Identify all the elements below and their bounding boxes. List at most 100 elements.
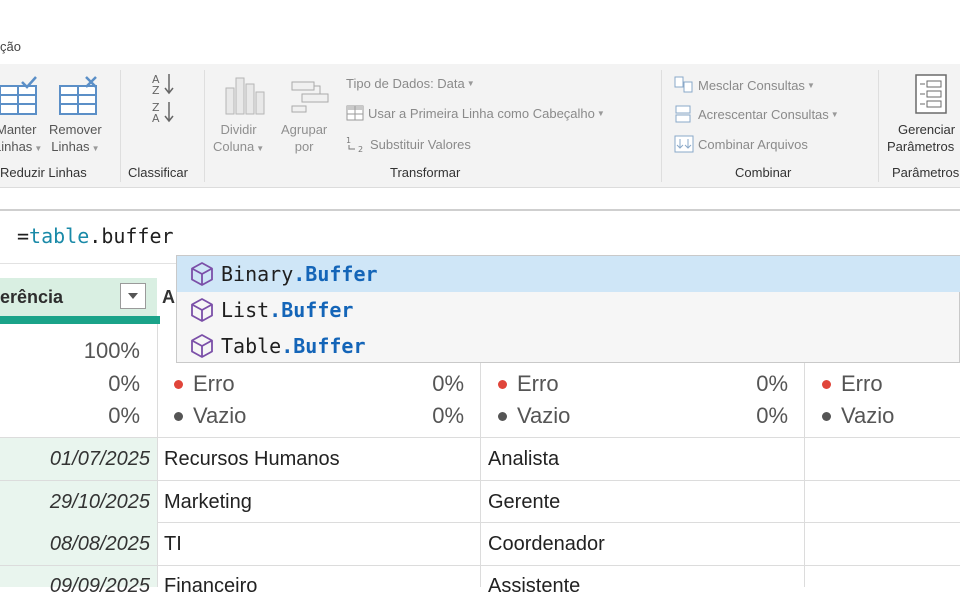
empty-dot-icon bbox=[498, 411, 507, 421]
quality-error-pct: 0% bbox=[756, 371, 788, 396]
grid-divider bbox=[157, 324, 158, 587]
ribbon-tab-partial[interactable]: ção bbox=[0, 39, 21, 54]
use-first-row-headers-label: Usar a Primeira Linha como Cabeçalho bbox=[368, 105, 595, 121]
replace-values-label: Substituir Valores bbox=[370, 136, 471, 152]
data-type-label: Tipo de Dados: Data bbox=[346, 76, 465, 91]
remove-rows-label-1: Remover bbox=[49, 122, 102, 137]
quality-error-row: Erro bbox=[822, 371, 883, 397]
table-row-date: 08/08/2025 bbox=[49, 533, 150, 555]
function-cube-icon bbox=[191, 298, 213, 322]
quality-empty-pct: 0% bbox=[432, 403, 464, 428]
append-queries-label: Acrescentar Consultas bbox=[698, 106, 829, 122]
table-row-dept[interactable]: Recursos Humanos bbox=[164, 448, 340, 471]
group-by-button[interactable]: Agrupar por bbox=[281, 121, 327, 155]
quality-empty-label: Vazio bbox=[193, 403, 247, 428]
suggestion-dot: . bbox=[269, 298, 282, 322]
manage-parameters-icon bbox=[915, 74, 947, 114]
suggestion-binary-buffer[interactable]: Binary. Buffer bbox=[177, 256, 960, 292]
suggestion-match: Buffer bbox=[293, 334, 366, 358]
grid-divider bbox=[804, 363, 805, 587]
group-by-label-2: por bbox=[294, 139, 314, 154]
group-label-reduzir-linhas: Reduzir Linhas bbox=[0, 165, 87, 180]
group-separator bbox=[204, 70, 205, 182]
chevron-down-icon: ▼ bbox=[830, 109, 839, 119]
combine-files-label: Combinar Arquivos bbox=[698, 136, 808, 152]
keep-rows-label-1: Manter bbox=[0, 122, 37, 137]
keep-rows-icon bbox=[0, 76, 37, 115]
quality-empty-label: Vazio bbox=[841, 403, 895, 428]
error-dot-icon bbox=[498, 379, 507, 389]
sort-ascending-icon[interactable]: A Z bbox=[150, 72, 178, 96]
quality-empty-row: Vazio bbox=[498, 403, 570, 429]
combine-files-button[interactable]: Combinar Arquivos bbox=[674, 135, 808, 153]
suggestion-table-buffer[interactable]: Table. Buffer bbox=[177, 328, 960, 364]
quality-error-label: Erro bbox=[193, 371, 235, 396]
suggestion-dot: . bbox=[281, 334, 294, 358]
quality-error-label: Erro bbox=[841, 371, 883, 396]
grid-divider bbox=[480, 363, 481, 587]
table-row-role[interactable]: Analista bbox=[488, 448, 559, 471]
manage-parameters-label-1: Gerenciar bbox=[898, 122, 956, 137]
table-row-date: 29/10/2025 bbox=[49, 491, 150, 513]
error-dot-icon bbox=[174, 379, 183, 389]
column-header-2-label: A bbox=[162, 287, 175, 307]
suggestion-dot: . bbox=[293, 262, 306, 286]
remove-rows-label-2: Linhas bbox=[51, 139, 90, 154]
empty-dot-icon bbox=[822, 411, 831, 421]
formula-function: buffer bbox=[101, 224, 174, 248]
group-label-transformar: Transformar bbox=[390, 165, 461, 180]
quality-empty-pct: 0% bbox=[756, 403, 788, 428]
chevron-down-icon: ▼ bbox=[34, 144, 43, 153]
suggestion-match: Buffer bbox=[305, 262, 378, 286]
suggestion-match: Buffer bbox=[281, 298, 354, 322]
quality-valid-pct: 100% bbox=[83, 338, 140, 363]
append-queries-icon bbox=[675, 105, 691, 123]
data-type-dropdown[interactable]: Tipo de Dados: Data ▼ bbox=[346, 76, 475, 91]
table-row-dept[interactable]: TI bbox=[164, 533, 182, 556]
split-column-label-2: Coluna bbox=[213, 139, 255, 154]
suggestion-namespace: List bbox=[221, 298, 270, 322]
combine-files-icon bbox=[674, 135, 694, 153]
quality-empty-label: Vazio bbox=[517, 403, 571, 428]
group-label-parametros: Parâmetros bbox=[892, 165, 960, 180]
table-row-role[interactable]: Coordenador bbox=[488, 533, 605, 556]
group-separator bbox=[878, 70, 879, 182]
formula-namespace: table bbox=[29, 224, 90, 248]
error-dot-icon bbox=[822, 379, 831, 389]
svg-text:Z: Z bbox=[152, 84, 160, 96]
merge-queries-button[interactable]: Mesclar Consultas ▼ bbox=[674, 76, 815, 94]
quality-error-row: Erro bbox=[498, 371, 559, 397]
split-column-button[interactable]: Dividir Coluna ▼ bbox=[213, 121, 264, 157]
group-separator bbox=[120, 70, 121, 182]
suggestion-list-buffer[interactable]: List. Buffer bbox=[177, 292, 960, 328]
remove-rows-icon bbox=[59, 76, 97, 115]
manage-parameters-button[interactable]: Gerenciar Parâmetros bbox=[887, 121, 955, 155]
group-by-icon bbox=[291, 81, 329, 113]
keep-rows-button[interactable]: Manter Linhas▼ bbox=[0, 121, 42, 157]
chevron-down-icon: ▼ bbox=[466, 79, 475, 88]
remove-rows-button[interactable]: Remover Linhas ▼ bbox=[49, 121, 102, 157]
formula-input[interactable]: =table.buffer bbox=[17, 224, 174, 248]
append-queries-button[interactable]: Acrescentar Consultas ▼ bbox=[674, 105, 839, 123]
group-label-classificar: Classificar bbox=[128, 165, 188, 180]
formula-dot: . bbox=[89, 224, 102, 248]
suggestion-namespace: Binary bbox=[221, 262, 294, 286]
sort-descending-icon[interactable]: Z A bbox=[150, 100, 178, 124]
replace-values-button[interactable]: 1 2 Substituir Valores bbox=[346, 135, 471, 153]
use-first-row-headers-button[interactable]: Usar a Primeira Linha como Cabeçalho ▼ bbox=[346, 105, 605, 121]
empty-dot-icon bbox=[174, 411, 183, 421]
group-label-combinar: Combinar bbox=[735, 165, 792, 180]
keep-rows-label-2: Linhas bbox=[0, 139, 33, 154]
quality-error-pct: 0% bbox=[432, 371, 464, 396]
function-cube-icon bbox=[191, 334, 213, 358]
replace-values-icon: 1 2 bbox=[346, 136, 363, 153]
quality-error-row: Erro bbox=[174, 371, 235, 397]
column-filter-dropdown-icon[interactable] bbox=[120, 283, 146, 309]
quality-empty-row: Vazio bbox=[174, 403, 246, 429]
column-quality-bar bbox=[0, 316, 160, 324]
table-row-dept[interactable]: Marketing bbox=[164, 491, 252, 514]
column-header-1-label: erência bbox=[0, 287, 64, 307]
table-row-role[interactable]: Gerente bbox=[488, 491, 560, 514]
table-header-icon bbox=[346, 105, 364, 121]
manage-parameters-label-2: Parâmetros bbox=[887, 139, 955, 154]
